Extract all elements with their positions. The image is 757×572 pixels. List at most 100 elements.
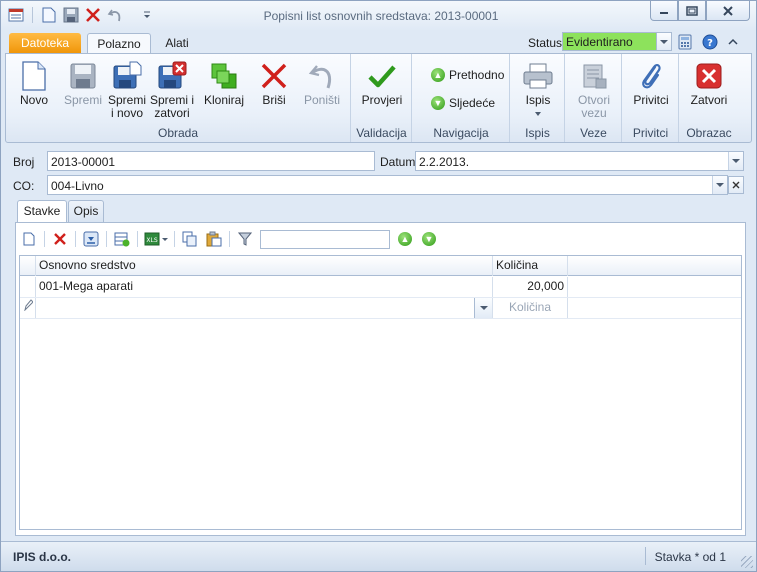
window-title: Popisni list osnovnih sredstava: 2013-00… [263, 9, 499, 23]
datum-input[interactable]: 2.2.2013. [415, 151, 744, 171]
co-select[interactable]: 004-Livno [47, 175, 728, 195]
undo-icon[interactable] [106, 6, 124, 24]
new-row-icon[interactable] [20, 230, 38, 248]
stavke-grid: Osnovno sredstvo Količina 001-Mega apara… [19, 255, 742, 530]
datum-value: 2.2.2013. [419, 155, 470, 169]
ponisti-button[interactable]: Poništi [300, 58, 344, 107]
window-controls [650, 1, 750, 21]
paste-icon[interactable] [205, 230, 223, 248]
close-icon [723, 5, 733, 16]
quick-access-toolbar [7, 6, 156, 24]
maximize-button[interactable] [678, 1, 706, 21]
otvori-vezu-button[interactable]: Otvori vezu [572, 58, 616, 120]
delete-icon[interactable] [84, 6, 102, 24]
save-icon[interactable] [62, 6, 80, 24]
group-label-veze: Veze [580, 126, 607, 140]
chevron-down-icon[interactable] [656, 33, 671, 50]
app-menu-icon[interactable] [7, 6, 25, 24]
qat-separator [32, 7, 33, 23]
toolbar-separator [44, 231, 45, 247]
chevron-down-icon[interactable] [534, 111, 542, 117]
ribbon-right-icons: ? [678, 34, 738, 50]
collapse-ribbon-icon[interactable] [728, 37, 738, 47]
filter-icon[interactable] [236, 230, 254, 248]
zatvori-button[interactable]: Zatvori [686, 58, 732, 107]
toolbar-separator [137, 231, 138, 247]
record-position: Stavka * od 1 [654, 550, 726, 564]
toolbar-separator [229, 231, 230, 247]
broj-label: Broj [13, 155, 35, 169]
co-label: CO: [13, 179, 35, 193]
column-header-kolicina[interactable]: Količina [493, 256, 568, 276]
company-name: IPIS d.o.o. [13, 550, 72, 564]
app-window: Popisni list osnovnih sredstava: 2013-00… [0, 0, 757, 572]
chevron-down-icon[interactable] [712, 176, 727, 194]
ispis-button[interactable]: Ispis [517, 58, 559, 120]
spremi-i-zatvori-button[interactable]: Spremi i zatvori [150, 58, 194, 120]
export-excel-icon[interactable]: XLS [144, 230, 168, 248]
svg-text:XLS: XLS [146, 237, 157, 244]
arrow-down-icon[interactable]: ▼ [420, 230, 438, 248]
maximize-icon [686, 5, 698, 16]
tab-polazno[interactable]: Polazno [87, 33, 151, 53]
svg-text:?: ? [707, 38, 713, 49]
close-window-button[interactable] [706, 1, 750, 21]
move-down-icon[interactable] [82, 230, 100, 248]
new-item-row[interactable]: Količina [20, 298, 741, 319]
datum-label: Datum [380, 155, 416, 169]
novo-button[interactable]: Novo [14, 58, 54, 107]
brisi-button[interactable]: Briši [254, 58, 294, 107]
broj-input[interactable]: 2013-00001 [47, 151, 375, 171]
new-document-icon [22, 61, 46, 91]
chevron-down-icon[interactable] [474, 298, 492, 318]
ribbon-tabs: Datoteka Polazno Alati Status Evidentira… [1, 31, 756, 53]
minimize-button[interactable] [650, 1, 678, 21]
new-osnovno-sredstvo-select[interactable] [36, 298, 493, 318]
customize-qat-icon[interactable] [138, 6, 156, 24]
new-document-icon[interactable] [40, 6, 58, 24]
tab-stavke[interactable]: Stavke [17, 200, 67, 223]
arrow-down-icon: ▼ [431, 96, 445, 110]
checkmark-icon [368, 65, 396, 88]
paperclip-icon [642, 64, 661, 89]
tab-alati[interactable]: Alati [159, 33, 195, 53]
arrow-up-icon[interactable]: ▲ [396, 230, 414, 248]
delete-icon [261, 63, 287, 89]
spremi-i-novo-button[interactable]: Spremi i novo [106, 58, 148, 120]
help-icon[interactable]: ? [702, 34, 718, 50]
cell-kolicina[interactable]: 20,000 [493, 277, 568, 297]
sljedece-button[interactable]: ▼ Sljedeće [431, 96, 495, 110]
column-header-osnovno-sredstvo[interactable]: Osnovno sredstvo [36, 256, 493, 276]
group-navigacija: ▲ Prethodno ▼ Sljedeće Navigacija [413, 54, 510, 142]
resize-grip-icon[interactable] [741, 556, 753, 568]
status-select[interactable]: Evidentirano [562, 32, 672, 51]
printer-icon [523, 63, 553, 89]
calculator-icon[interactable] [678, 34, 692, 50]
copy-icon[interactable] [181, 230, 199, 248]
group-privitci: Privitci Privitci [623, 54, 679, 142]
provjeri-button[interactable]: Provjeri [360, 58, 404, 107]
group-label-obrada: Obrada [157, 126, 199, 140]
tab-opis[interactable]: Opis [68, 200, 104, 222]
close-icon [732, 181, 740, 189]
group-label-validacija: Validacija [356, 126, 407, 140]
minimize-icon [660, 11, 668, 14]
new-kolicina-cell[interactable]: Količina [493, 298, 568, 318]
delete-row-icon[interactable] [51, 230, 69, 248]
tab-datoteka[interactable]: Datoteka [9, 33, 81, 53]
clear-co-button[interactable] [728, 176, 744, 194]
toolbar-separator [75, 231, 76, 247]
kloniraj-button[interactable]: Kloniraj [202, 58, 246, 107]
cell-osnovno-sredstvo[interactable]: 001-Mega aparati [36, 277, 493, 297]
chevron-down-icon[interactable] [728, 152, 743, 170]
save-close-icon [158, 61, 187, 89]
grid-header: Osnovno sredstvo Količina [20, 256, 741, 276]
spremi-button[interactable]: Spremi [62, 58, 104, 107]
privitci-button[interactable]: Privitci [629, 58, 673, 107]
undo-icon [308, 65, 331, 89]
table-row[interactable]: 001-Mega aparati 20,000 [20, 277, 741, 298]
grid-refresh-icon[interactable] [113, 230, 131, 248]
co-value: 004-Livno [51, 179, 104, 193]
grid-search-input[interactable] [260, 229, 390, 249]
prethodno-button[interactable]: ▲ Prethodno [431, 68, 504, 82]
